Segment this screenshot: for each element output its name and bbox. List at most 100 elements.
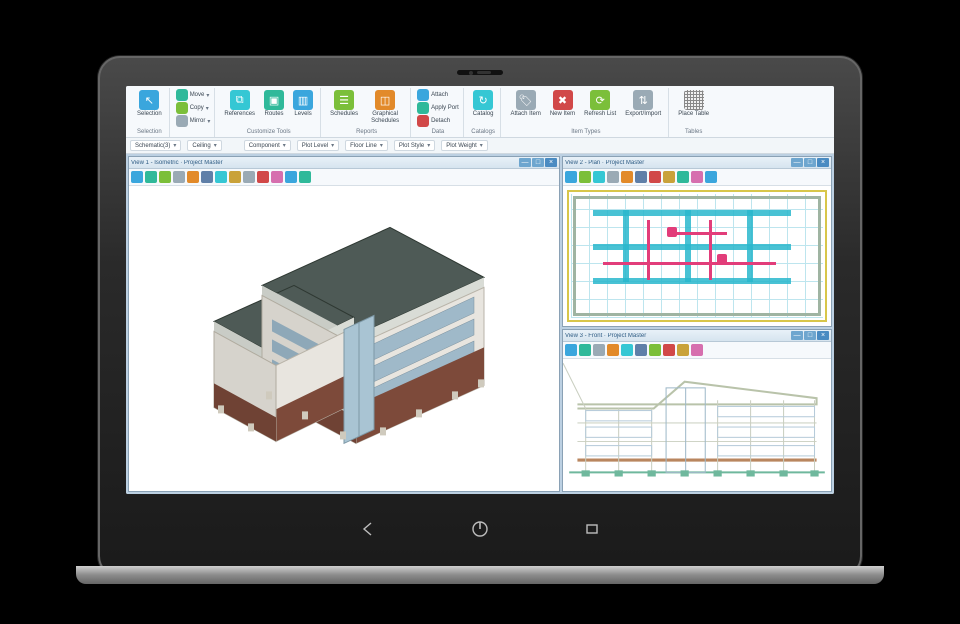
back-icon[interactable]: [357, 518, 379, 540]
restore-icon[interactable]: □: [804, 331, 816, 340]
tool-icon[interactable]: [705, 171, 717, 183]
tool-icon[interactable]: [271, 171, 283, 183]
label: Apply Port: [431, 105, 459, 111]
routes-button[interactable]: ▣Routes: [261, 89, 287, 127]
label: Floor Line: [350, 143, 377, 149]
restore-icon[interactable]: □: [804, 158, 816, 167]
building-model: [184, 209, 504, 449]
group-label: Selection: [130, 128, 169, 137]
breadcrumb-ceiling[interactable]: Ceiling▾: [187, 140, 221, 151]
component-dropdown[interactable]: Component▾: [244, 140, 291, 151]
graphical-schedules-button[interactable]: ◫Graphical Schedules: [364, 89, 406, 127]
tool-icon[interactable]: [691, 171, 703, 183]
levels-button[interactable]: ▥Levels: [290, 89, 316, 127]
ribbon-group-tables: Place Table Tables: [671, 88, 716, 137]
plot-style-dropdown[interactable]: Plot Style▾: [394, 140, 435, 151]
pane-titlebar[interactable]: View 1 - Isometric · Project Master ― □ …: [129, 157, 559, 169]
tool-icon[interactable]: [607, 171, 619, 183]
minimize-icon[interactable]: ―: [791, 158, 803, 167]
power-icon[interactable]: [469, 518, 491, 540]
tool-icon[interactable]: [621, 344, 633, 356]
pane-toolbar: [129, 169, 559, 186]
tool-icon[interactable]: [593, 344, 605, 356]
plot-level-dropdown[interactable]: Plot Level▾: [297, 140, 339, 151]
tool-icon[interactable]: [131, 171, 143, 183]
catalog-icon: ↻: [473, 90, 493, 110]
mirror-action[interactable]: Mirror▾: [176, 115, 211, 127]
detach-action[interactable]: Detach: [417, 115, 459, 127]
tool-icon[interactable]: [565, 171, 577, 183]
tool-icon[interactable]: [649, 344, 661, 356]
tool-icon[interactable]: [677, 344, 689, 356]
attach-item-button[interactable]: 🏷Attach Item: [507, 89, 543, 127]
new-item-button[interactable]: ✖New Item: [547, 89, 578, 127]
label: Selection: [137, 111, 162, 118]
references-button[interactable]: ⧉References: [221, 89, 258, 127]
close-icon[interactable]: ×: [817, 158, 829, 167]
tool-icon[interactable]: [229, 171, 241, 183]
tool-icon[interactable]: [649, 171, 661, 183]
close-icon[interactable]: ×: [817, 331, 829, 340]
tool-icon[interactable]: [579, 344, 591, 356]
export-import-button[interactable]: ⇅Export/Import: [622, 89, 664, 127]
tool-icon[interactable]: [635, 344, 647, 356]
attach-action[interactable]: Attach: [417, 89, 459, 101]
move-action[interactable]: Move▾: [176, 89, 211, 101]
recent-icon[interactable]: [581, 518, 603, 540]
catalog-button[interactable]: ↻Catalog: [470, 89, 497, 127]
tool-icon[interactable]: [565, 344, 577, 356]
pane-titlebar[interactable]: View 2 - Plan · Project Master ― □ ×: [563, 157, 831, 169]
ribbon-group-item-types: 🏷Attach Item ✖New Item ⟳Refresh List ⇅Ex…: [503, 88, 669, 137]
tool-icon[interactable]: [621, 171, 633, 183]
label: Move: [190, 92, 205, 98]
viewport-plan[interactable]: [563, 186, 831, 326]
port-icon: [417, 102, 429, 114]
refresh-list-button[interactable]: ⟳Refresh List: [581, 89, 619, 127]
pane-titlebar[interactable]: View 3 - Front · Project Master ― □ ×: [563, 330, 831, 342]
place-table-button[interactable]: Place Table: [675, 89, 712, 127]
tool-icon[interactable]: [635, 171, 647, 183]
plot-weight-dropdown[interactable]: Plot Weight▾: [441, 140, 488, 151]
selection-button[interactable]: ↖ Selection: [134, 89, 165, 127]
routes-icon: ▣: [264, 90, 284, 110]
tool-icon[interactable]: [593, 171, 605, 183]
label: Detach: [431, 118, 450, 124]
tool-icon[interactable]: [677, 171, 689, 183]
minimize-icon[interactable]: ―: [791, 331, 803, 340]
viewport-3d[interactable]: [129, 186, 559, 491]
breadcrumb-schematic[interactable]: Schematic(3)▾: [130, 140, 181, 151]
tool-icon[interactable]: [607, 344, 619, 356]
tool-icon[interactable]: [201, 171, 213, 183]
levels-icon: ▥: [293, 90, 313, 110]
tool-icon[interactable]: [663, 344, 675, 356]
refresh-icon: ⟳: [590, 90, 610, 110]
tool-icon[interactable]: [299, 171, 311, 183]
copy-action[interactable]: Copy▾: [176, 102, 211, 114]
ribbon-group-data: Attach Apply Port Detach Data: [413, 88, 464, 137]
tool-icon[interactable]: [691, 344, 703, 356]
tool-icon[interactable]: [173, 171, 185, 183]
ribbon: ↖ Selection Selection Move▾ Copy▾ Mirror…: [126, 86, 834, 138]
tool-icon[interactable]: [257, 171, 269, 183]
restore-icon[interactable]: □: [532, 158, 544, 167]
apply-port-action[interactable]: Apply Port: [417, 102, 459, 114]
pane-toolbar: [563, 169, 831, 186]
tool-icon[interactable]: [159, 171, 171, 183]
label: Routes: [265, 111, 284, 118]
tool-icon[interactable]: [215, 171, 227, 183]
viewport-elevation[interactable]: [563, 359, 831, 491]
tool-icon[interactable]: [243, 171, 255, 183]
tool-icon[interactable]: [145, 171, 157, 183]
minimize-icon[interactable]: ―: [519, 158, 531, 167]
laptop-controls: [98, 514, 862, 544]
close-icon[interactable]: ×: [545, 158, 557, 167]
tool-icon[interactable]: [579, 171, 591, 183]
label: Attach Item: [510, 111, 540, 118]
label: Attach: [431, 92, 448, 98]
floor-line-dropdown[interactable]: Floor Line▾: [345, 140, 388, 151]
tool-icon[interactable]: [285, 171, 297, 183]
tool-icon[interactable]: [187, 171, 199, 183]
schedules-button[interactable]: ☰Schedules: [327, 89, 361, 127]
group-label: Tables: [671, 128, 716, 137]
tool-icon[interactable]: [663, 171, 675, 183]
